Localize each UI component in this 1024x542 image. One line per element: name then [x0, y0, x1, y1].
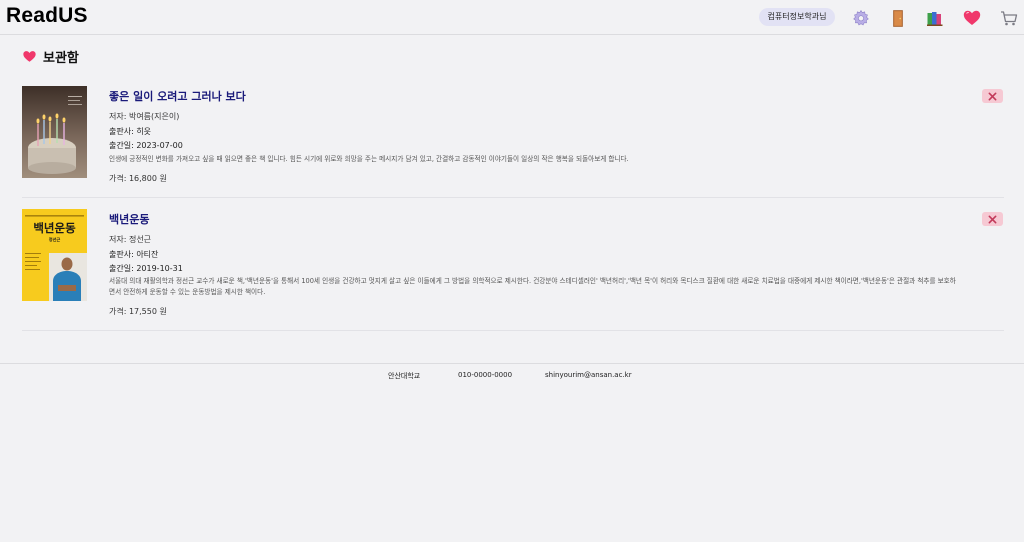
logo[interactable]: ReadUS — [6, 4, 88, 28]
book-cover[interactable] — [22, 86, 87, 178]
book-title[interactable]: 백년운동 — [109, 211, 149, 227]
close-icon — [988, 92, 997, 100]
books-icon[interactable] — [925, 8, 945, 28]
book-author: 저자: 정선근 — [109, 235, 152, 244]
cart-icon[interactable] — [999, 8, 1019, 28]
list-item: 백년운동 정선근 백년운동 저자: 정선근 출판사: 아티잔 출간일: 2019… — [22, 207, 1004, 331]
book-price: 가격: 16,800 원 — [109, 174, 167, 183]
book-author: 저자: 박여름(지은이) — [109, 112, 180, 121]
book-price: 가격: 17,550 원 — [109, 307, 167, 316]
footer-phone: 010-0000-0000 — [458, 371, 513, 379]
door-icon[interactable] — [888, 8, 908, 28]
book-pubdate: 출간일: 2023-07-00 — [109, 141, 183, 150]
footer-email[interactable]: shinyourim@ansan.ac.kr — [545, 371, 632, 379]
book-pubdate: 출간일: 2019-10-31 — [109, 264, 183, 273]
heart-icon[interactable] — [962, 8, 982, 28]
book-publisher: 출판사: 아티잔 — [109, 250, 159, 259]
book-description: 인생에 긍정적인 변화를 가져오고 싶을 때 읽으면 좋은 책 입니다. 힘든 … — [109, 155, 629, 163]
user-badge[interactable]: 컴퓨터정보학과님 — [759, 8, 835, 26]
book-publisher: 출판사: 히읏 — [109, 127, 152, 136]
gear-icon[interactable] — [851, 8, 871, 28]
book-description: 서울대 의대 재활의학과 정선근 교수가 새로운 책,'백년운동'을 통해서 1… — [109, 277, 956, 296]
section-title-text: 보관함 — [43, 50, 79, 66]
close-icon — [988, 215, 997, 223]
book-cover[interactable]: 백년운동 정선근 — [22, 209, 87, 301]
footer-school: 안산대학교 — [388, 372, 421, 380]
heart-icon — [23, 50, 36, 62]
header: ReadUS 컴퓨터정보학과님 — [0, 0, 1024, 35]
cover-title: 백년운동 — [33, 221, 76, 235]
section-title: 보관함 — [22, 46, 79, 66]
footer: 안산대학교 010-0000-0000 shinyourim@ansan.ac.… — [0, 363, 1024, 403]
list-item: 좋은 일이 오려고 그러나 보다 저자: 박여름(지은이) 출판사: 히읏 출간… — [22, 84, 1004, 198]
remove-button[interactable] — [982, 89, 1003, 103]
remove-button[interactable] — [982, 212, 1003, 226]
book-title[interactable]: 좋은 일이 오려고 그러나 보다 — [109, 88, 246, 104]
cover-author: 정선근 — [49, 236, 61, 243]
